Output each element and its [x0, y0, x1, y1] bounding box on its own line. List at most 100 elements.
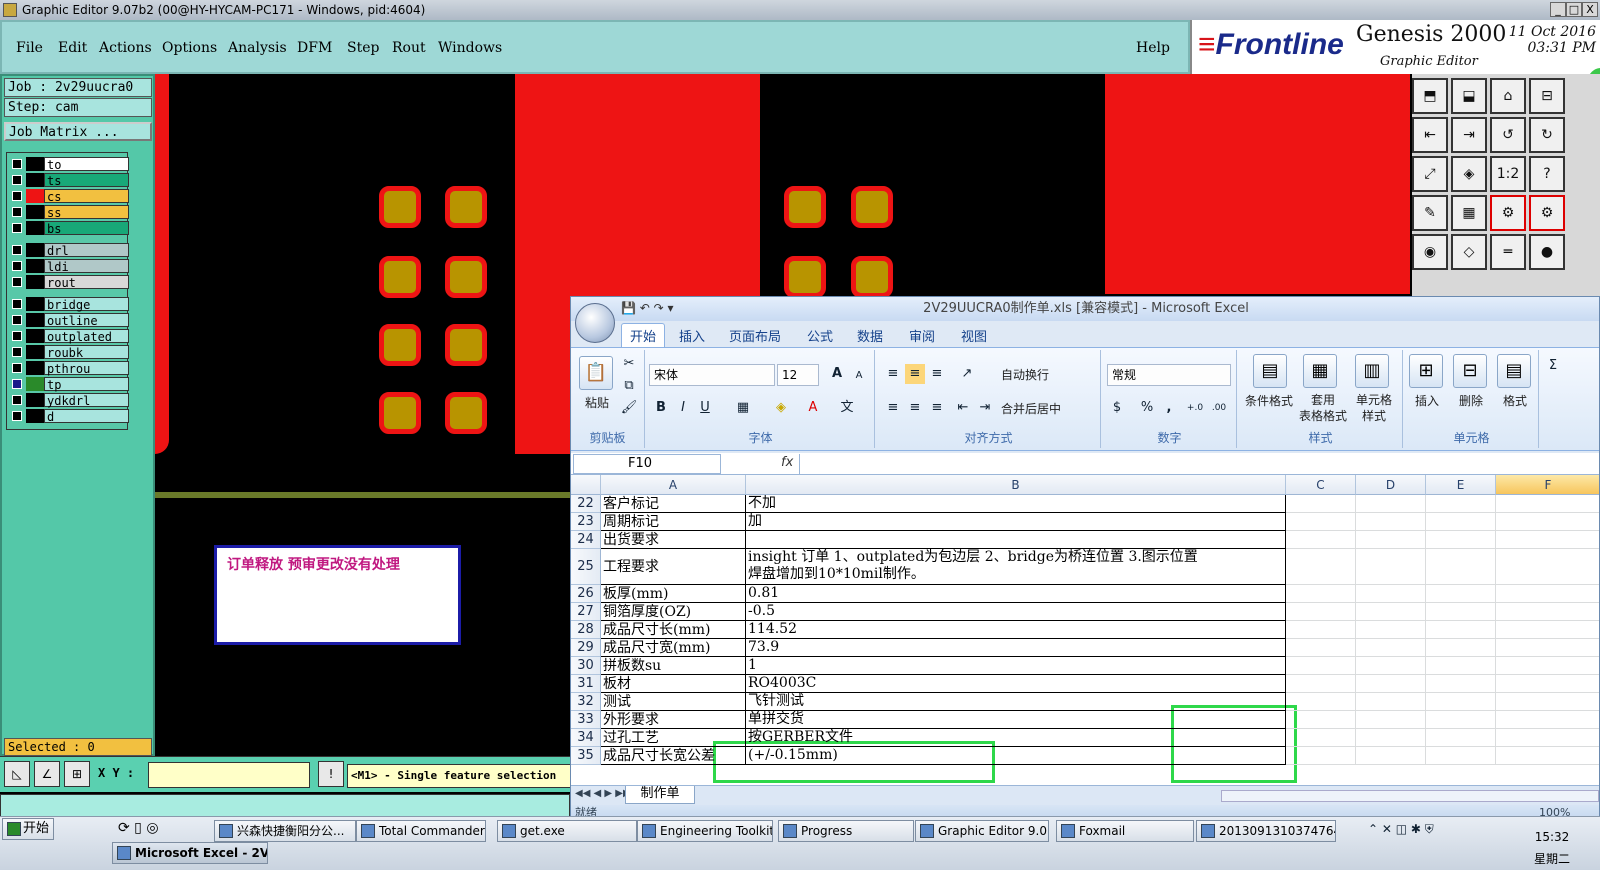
layer-row-outline[interactable]: outline — [9, 313, 129, 328]
cell-a[interactable]: 板厚(mm) — [601, 585, 746, 603]
smd-pad[interactable] — [445, 324, 487, 366]
cell-a[interactable]: 周期标记 — [601, 513, 746, 531]
name-box[interactable]: F10 — [573, 454, 721, 474]
align-right-icon[interactable]: ≡ — [927, 398, 947, 418]
cell-d[interactable] — [1356, 531, 1426, 549]
currency-icon[interactable]: $ — [1107, 398, 1127, 418]
job-matrix-button[interactable]: Job Matrix ... — [4, 122, 152, 141]
redraw-icon[interactable]: ↻ — [1529, 117, 1565, 153]
smd-pad[interactable] — [445, 256, 487, 298]
cell-d[interactable] — [1356, 495, 1426, 513]
cell-d[interactable] — [1356, 549, 1426, 585]
cell-d[interactable] — [1356, 585, 1426, 603]
align-left-icon[interactable]: ≡ — [883, 398, 903, 418]
layer-name[interactable]: d — [44, 409, 129, 424]
cell-e[interactable] — [1426, 711, 1496, 729]
column-header-f[interactable]: F — [1496, 475, 1599, 495]
layer-name[interactable]: pthrou — [44, 361, 129, 376]
cell-e[interactable] — [1426, 639, 1496, 657]
maximize-button[interactable]: □ — [1566, 2, 1582, 17]
layer-row-to[interactable]: to — [9, 157, 129, 172]
layer-name[interactable]: ldi — [44, 259, 129, 274]
system-clock[interactable]: 15:32 星期二 — [1534, 826, 1570, 870]
sheet-tab[interactable]: 制作单 — [625, 786, 695, 804]
wrap-text-button[interactable]: 自动换行 — [1001, 366, 1095, 383]
menu-windows[interactable]: Windows — [438, 40, 502, 56]
xy-input[interactable] — [148, 762, 310, 788]
table-format-button[interactable]: 套用 表格格式 — [1295, 392, 1351, 424]
net2-icon[interactable]: ⚙ — [1529, 195, 1565, 231]
menu-edit[interactable]: Edit — [58, 40, 87, 56]
select-all-corner[interactable] — [571, 475, 601, 495]
cell-b[interactable]: 飞针测试 — [746, 693, 1286, 711]
layer-checkbox[interactable] — [12, 315, 22, 325]
layer-name[interactable]: ydkdrl — [44, 393, 129, 408]
one-to-two-icon[interactable]: 1:2 — [1490, 156, 1526, 192]
percent-button[interactable]: % — [1137, 398, 1157, 418]
table-format-icon[interactable]: ▦ — [1303, 354, 1337, 388]
tab-home[interactable]: 开始 — [621, 323, 666, 347]
cell-f[interactable] — [1496, 603, 1599, 621]
orientation-icon[interactable]: ↗ — [957, 364, 977, 384]
row-header[interactable]: 35 — [571, 747, 601, 765]
comma-button[interactable]: , — [1159, 398, 1179, 418]
number-format-select[interactable]: 常规 — [1107, 364, 1231, 386]
layer-row-roubk[interactable]: roubk — [9, 345, 129, 360]
cell-c[interactable] — [1286, 711, 1356, 729]
layer-checkbox[interactable] — [12, 223, 22, 233]
cell-a[interactable]: 测试 — [601, 693, 746, 711]
cell-e[interactable] — [1426, 729, 1496, 747]
tab-review[interactable]: 审阅 — [909, 326, 935, 345]
menu-step[interactable]: Step — [347, 40, 379, 56]
cell-c[interactable] — [1286, 531, 1356, 549]
cell-b[interactable]: (+/-0.15mm) — [746, 747, 1286, 765]
conditional-format-icon[interactable]: ▤ — [1253, 354, 1287, 388]
layer-row-drl[interactable]: drl — [9, 243, 129, 258]
cell-d[interactable] — [1356, 729, 1426, 747]
cell-d[interactable] — [1356, 513, 1426, 531]
cell-f[interactable] — [1496, 675, 1599, 693]
taskbar-item[interactable]: get.exe — [497, 820, 637, 842]
menu-options[interactable]: Options — [162, 40, 217, 56]
cell-e[interactable] — [1426, 603, 1496, 621]
layer-checkbox[interactable] — [12, 363, 22, 373]
delete-button[interactable]: 删除 — [1453, 392, 1489, 409]
cell-f[interactable] — [1496, 585, 1599, 603]
close-button[interactable]: X — [1582, 2, 1598, 17]
layer-name[interactable]: roubk — [44, 345, 129, 360]
cell-a[interactable]: 过孔工艺 — [601, 729, 746, 747]
cell-c[interactable] — [1286, 675, 1356, 693]
layer-checkbox[interactable] — [12, 395, 22, 405]
font-name-select[interactable]: 宋体 — [649, 364, 775, 386]
smd-pad[interactable] — [379, 186, 421, 228]
row-header[interactable]: 25 — [571, 549, 601, 585]
smd-pad[interactable] — [784, 256, 826, 298]
layer-name[interactable]: cs — [44, 189, 129, 204]
net-icon[interactable]: ⚙ — [1490, 195, 1526, 231]
cell-style-button[interactable]: 单元格 样式 — [1349, 392, 1399, 424]
increase-decimal-button[interactable]: +.0 — [1183, 398, 1207, 418]
cell-b[interactable]: 不加 — [746, 495, 1286, 513]
cell-e[interactable] — [1426, 585, 1496, 603]
cell-a[interactable]: 成品尺寸长(mm) — [601, 621, 746, 639]
taskbar-item[interactable]: 20130913103747​64... — [1196, 820, 1336, 842]
cell-d[interactable] — [1356, 693, 1426, 711]
layer-name[interactable]: outplated — [44, 329, 129, 344]
layer-row-ts[interactable]: ts — [9, 173, 129, 188]
cell-e[interactable] — [1426, 549, 1496, 585]
home-icon[interactable]: ⌂ — [1490, 78, 1526, 114]
pointer-icon[interactable]: ◉ — [1412, 234, 1448, 270]
cell-d[interactable] — [1356, 621, 1426, 639]
tray-icons[interactable]: ⌃ ✕ ◫ ✱ ⛨ — [1368, 822, 1434, 837]
menu-analysis[interactable]: Analysis — [228, 40, 287, 56]
minimize-button[interactable]: _ — [1550, 2, 1566, 17]
cell-a[interactable]: 板材 — [601, 675, 746, 693]
row-header[interactable]: 31 — [571, 675, 601, 693]
layer-row-ldi[interactable]: ldi — [9, 259, 129, 274]
cell-d[interactable] — [1356, 747, 1426, 765]
align-bottom-icon[interactable]: ≡ — [927, 364, 947, 384]
row-header[interactable]: 32 — [571, 693, 601, 711]
cell-c[interactable] — [1286, 657, 1356, 675]
cell-e[interactable] — [1426, 657, 1496, 675]
snap-grid-icon[interactable]: ⊞ — [64, 761, 90, 787]
